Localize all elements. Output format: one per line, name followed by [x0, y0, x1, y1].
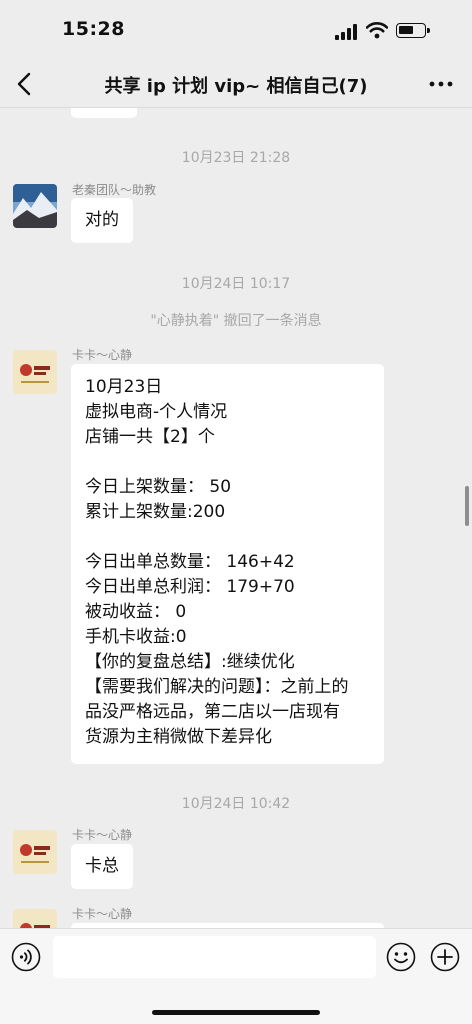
message-bubble[interactable]: 对的	[71, 198, 133, 243]
sender-name: 卡卡～心静	[72, 348, 133, 362]
message-line: 品没严格远品，第二店以一店现有	[85, 702, 340, 722]
message-line: 手机卡收益:0	[85, 627, 187, 647]
message-line	[85, 525, 370, 550]
message-line: 【需要我们解决的问题】：之前上的	[85, 677, 349, 697]
battery-icon	[396, 23, 430, 38]
avatar[interactable]	[13, 830, 57, 874]
status-time: 15:28	[62, 18, 125, 40]
chat-title: 共享 ip 计划 vip~ 相信自己(7)	[104, 76, 368, 97]
avatar[interactable]	[13, 350, 57, 394]
message-line: 被动收益： 0	[85, 602, 187, 622]
sender-name: 卡卡～心静	[72, 907, 133, 921]
message-line: 今日出单总数量： 146+42	[85, 552, 295, 572]
voice-icon[interactable]	[11, 942, 41, 972]
message-text: 卡总	[85, 856, 119, 876]
plus-icon[interactable]	[430, 942, 460, 972]
message-list[interactable]: 10月23日 21:28 老秦团队～助教 对的 10月24日 10:17 "心静…	[0, 108, 472, 928]
message-line: 今日出单总利润： 179+70	[85, 577, 295, 597]
more-icon[interactable]	[428, 72, 454, 96]
recall-notice: "心静执着" 撤回了一条消息	[150, 313, 322, 329]
status-bar: 15:28	[0, 0, 472, 60]
scrollbar[interactable]	[465, 486, 469, 526]
sender-name: 老秦团队～助教	[72, 183, 157, 197]
chat-header: 共享 ip 计划 vip~ 相信自己(7)	[0, 60, 472, 108]
wifi-icon	[366, 22, 388, 39]
message-line	[85, 450, 370, 475]
input-bar	[0, 928, 472, 1024]
message-line: 10月23日	[85, 377, 163, 397]
timestamp: 10月24日 10:42	[181, 796, 291, 812]
message-line: 今日上架数量： 50	[85, 477, 232, 497]
message-line: 累计上架数量:200	[85, 502, 226, 522]
timestamp: 10月23日 21:28	[181, 150, 291, 166]
cellular-signal-icon	[335, 24, 359, 40]
emoji-icon[interactable]	[386, 942, 416, 972]
timestamp: 10月24日 10:17	[181, 276, 291, 292]
sender-name: 卡卡～心静	[72, 828, 133, 842]
message-line: 货源为主稍微做下差异化	[85, 727, 272, 747]
home-indicator	[152, 1010, 320, 1015]
message-line: 【你的复盘总结】:继续优化	[85, 652, 295, 672]
message-line: 虚拟电商-个人情况	[85, 402, 228, 422]
message-line: 店铺一共【2】个	[85, 427, 215, 447]
message-bubble[interactable]: 卡总	[71, 844, 133, 889]
avatar[interactable]	[13, 184, 57, 228]
message-text: 对的	[85, 210, 119, 230]
message-input[interactable]	[53, 936, 376, 978]
message-bubble[interactable]: 10月23日 虚拟电商-个人情况 店铺一共【2】个 今日上架数量： 50 累计上…	[71, 364, 384, 764]
avatar[interactable]	[13, 909, 57, 928]
back-icon[interactable]	[12, 70, 40, 98]
message-bubble-partial[interactable]	[71, 108, 137, 118]
